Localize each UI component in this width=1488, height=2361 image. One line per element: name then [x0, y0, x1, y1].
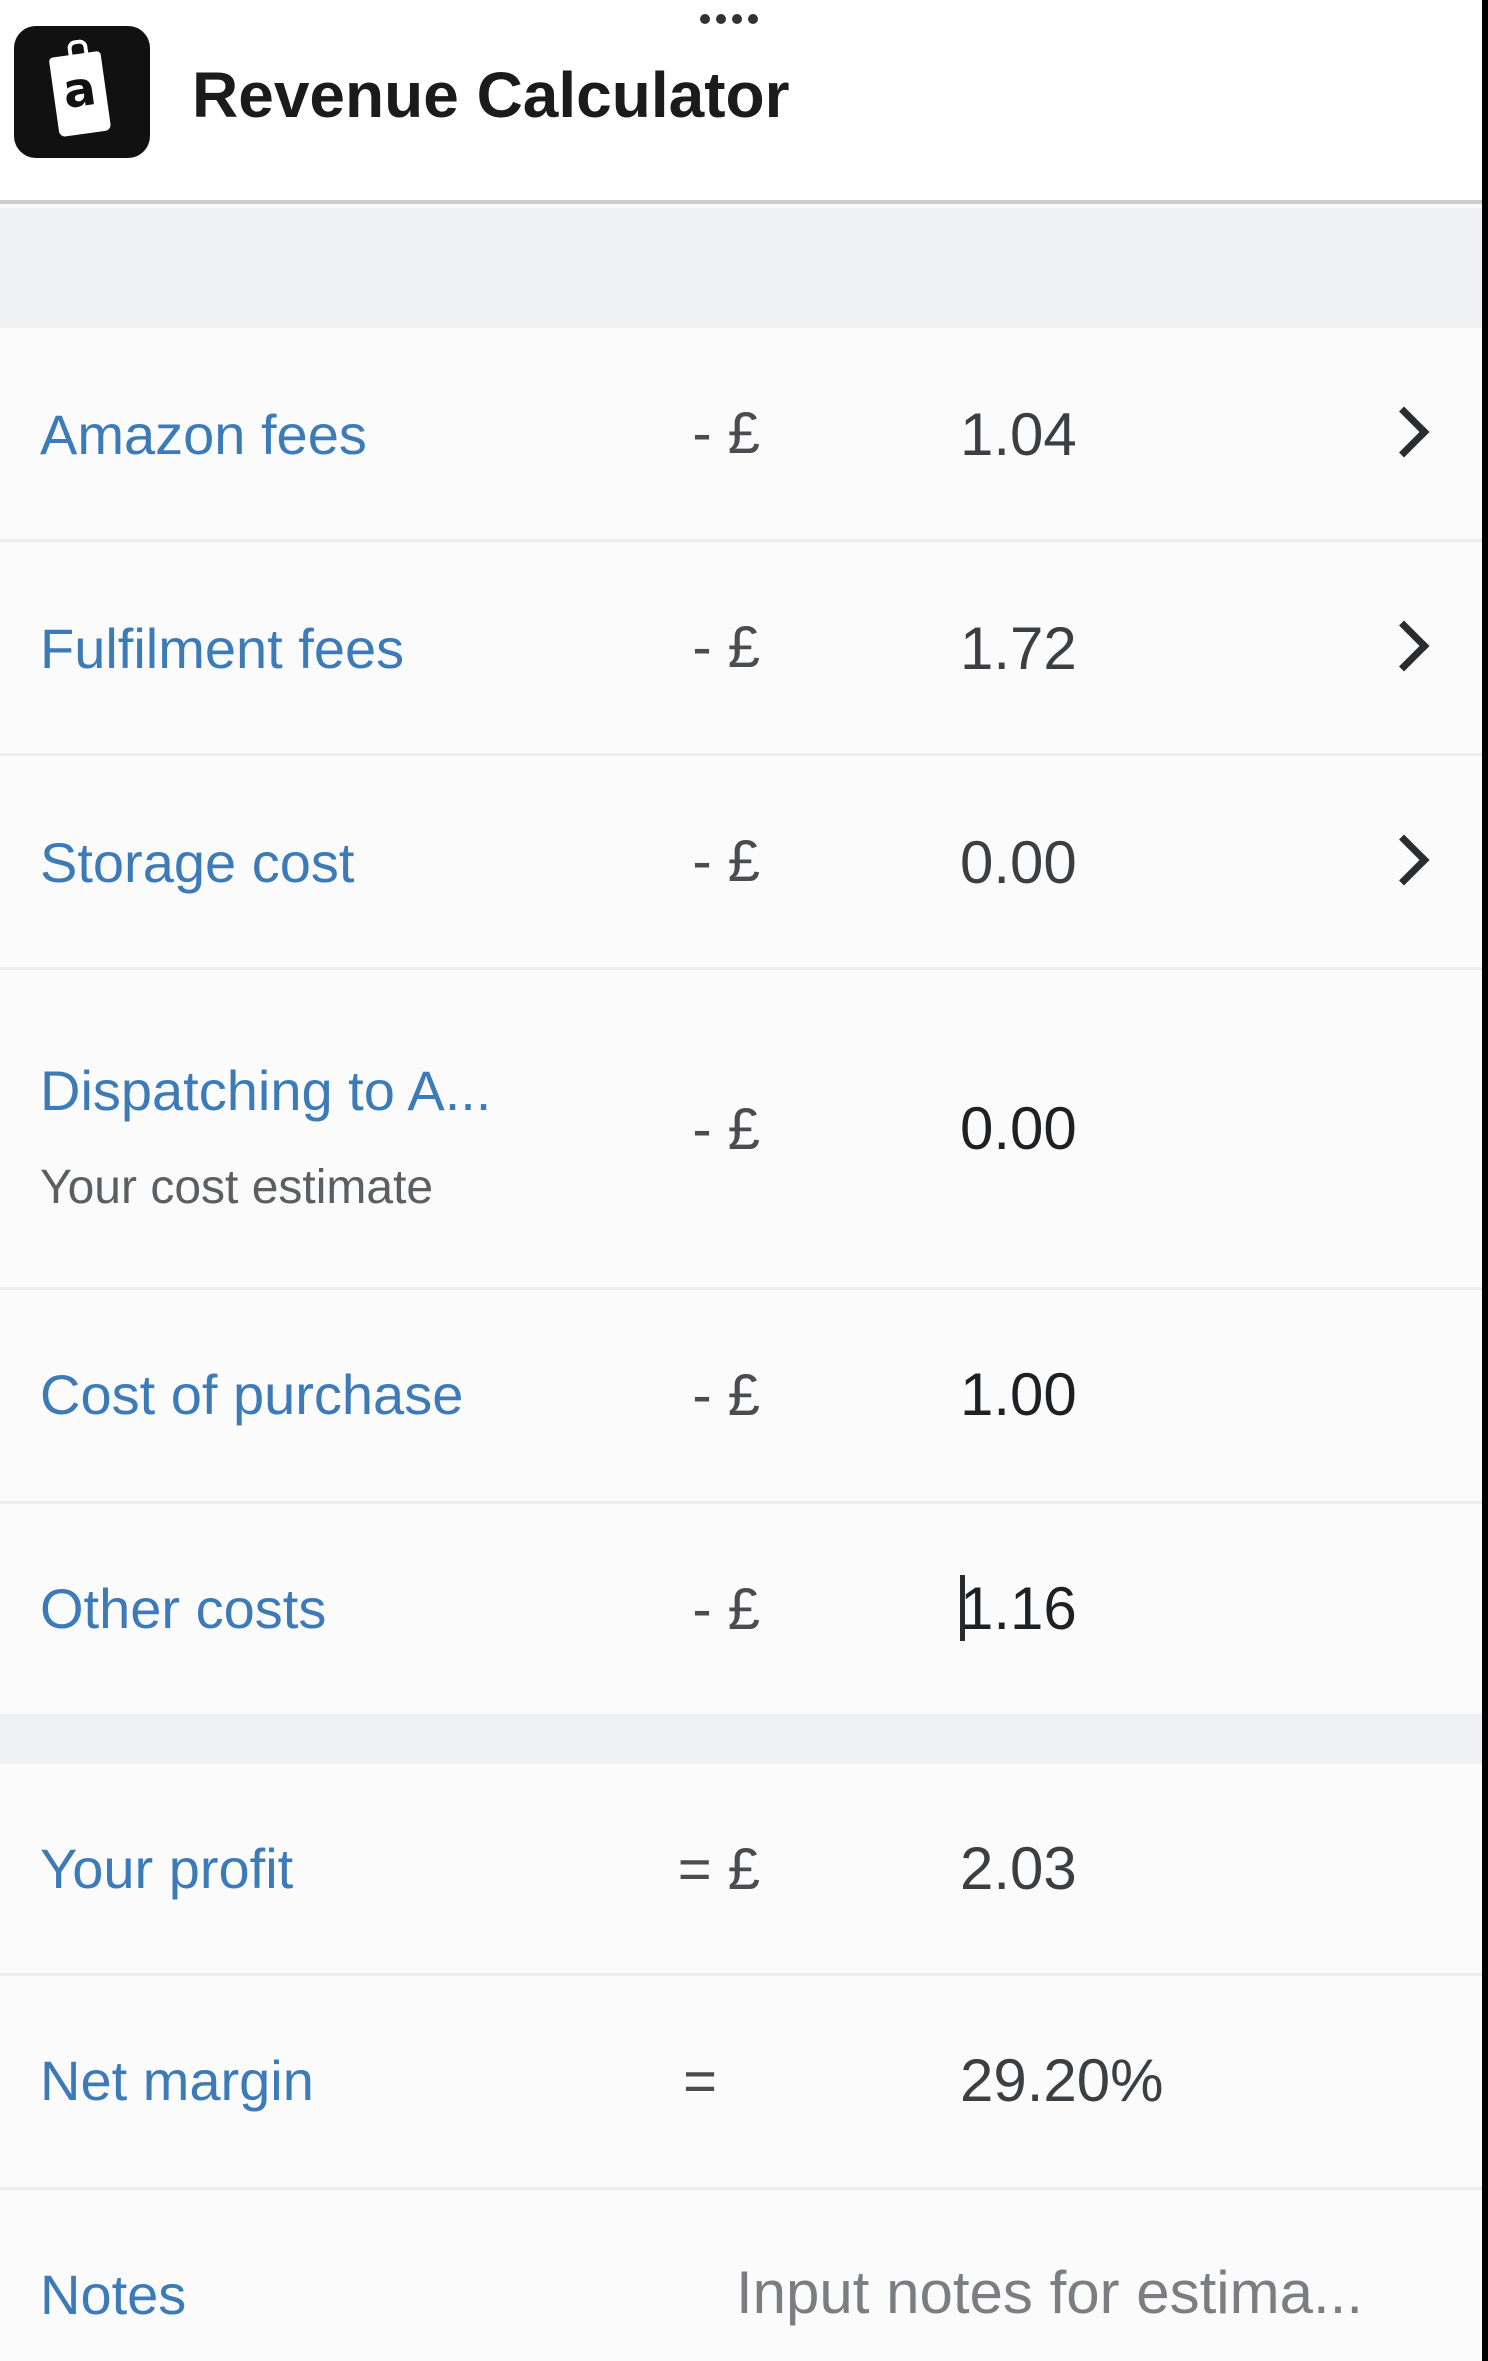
amazon-app-icon: a [14, 26, 150, 158]
row-notes[interactable]: Notes [0, 2190, 1482, 2361]
row-operator: - £ [692, 829, 760, 894]
section-spacer [0, 208, 1482, 328]
row-value: 1.04 [960, 401, 1077, 468]
net-margin-value: 29.20% [960, 2047, 1164, 2114]
row-label: Other costs [40, 1577, 327, 1640]
row-label: Notes [40, 2263, 187, 2326]
revenue-calculator-screen: a Revenue Calculator Amazon fees - £ 1.0… [0, 0, 1488, 2361]
row-label: Net margin [40, 2049, 314, 2112]
chevron-right-icon[interactable] [1378, 620, 1430, 672]
row-label: Cost of purchase [40, 1363, 464, 1426]
row-cost-of-purchase[interactable]: Cost of purchase - £ 1.00 [0, 1290, 1482, 1504]
other-costs-input[interactable]: 1.16 [960, 1574, 1077, 1643]
row-label: Amazon fees [40, 403, 367, 466]
other-costs-value: 1.16 [960, 1575, 1077, 1642]
row-operator: = £ [677, 1837, 760, 1902]
page-title: Revenue Calculator [192, 59, 790, 131]
dispatching-cost-input[interactable]: 0.00 [960, 1094, 1077, 1163]
screen-edge [1482, 0, 1488, 2361]
row-operator: = [683, 2049, 717, 2114]
row-sublabel: Your cost estimate [40, 1161, 434, 1214]
row-value: 1.72 [960, 615, 1077, 682]
row-label: Your profit [40, 1837, 294, 1900]
profit-value: 2.03 [960, 1835, 1077, 1902]
row-fulfilment-fees[interactable]: Fulfilment fees - £ 1.72 [0, 542, 1482, 756]
row-dispatching[interactable]: Dispatching to A... Your cost estimate -… [0, 970, 1482, 1290]
section-spacer [0, 1714, 1482, 1764]
row-operator: - £ [692, 1097, 760, 1162]
row-your-profit: Your profit = £ 2.03 [0, 1764, 1482, 1976]
notes-input[interactable] [736, 2254, 1472, 2330]
row-operator: - £ [692, 615, 760, 680]
row-value: 0.00 [960, 829, 1077, 896]
cost-of-purchase-input[interactable]: 1.00 [960, 1360, 1077, 1429]
row-label: Storage cost [40, 831, 355, 894]
chevron-right-icon[interactable] [1378, 406, 1430, 458]
row-other-costs[interactable]: Other costs - £ 1.16 [0, 1504, 1482, 1714]
app-header: a Revenue Calculator [0, 0, 1482, 204]
row-net-margin: Net margin = 29.20% [0, 1976, 1482, 2190]
row-amazon-fees[interactable]: Amazon fees - £ 1.04 [0, 328, 1482, 542]
row-label: Fulfilment fees [40, 617, 405, 680]
row-label: Dispatching to A... [40, 1059, 492, 1122]
row-operator: - £ [692, 401, 760, 466]
row-operator: - £ [692, 1577, 760, 1642]
row-storage-cost[interactable]: Storage cost - £ 0.00 [0, 756, 1482, 970]
row-operator: - £ [692, 1363, 760, 1428]
more-dots-icon[interactable] [700, 14, 758, 24]
chevron-right-icon[interactable] [1378, 834, 1430, 886]
